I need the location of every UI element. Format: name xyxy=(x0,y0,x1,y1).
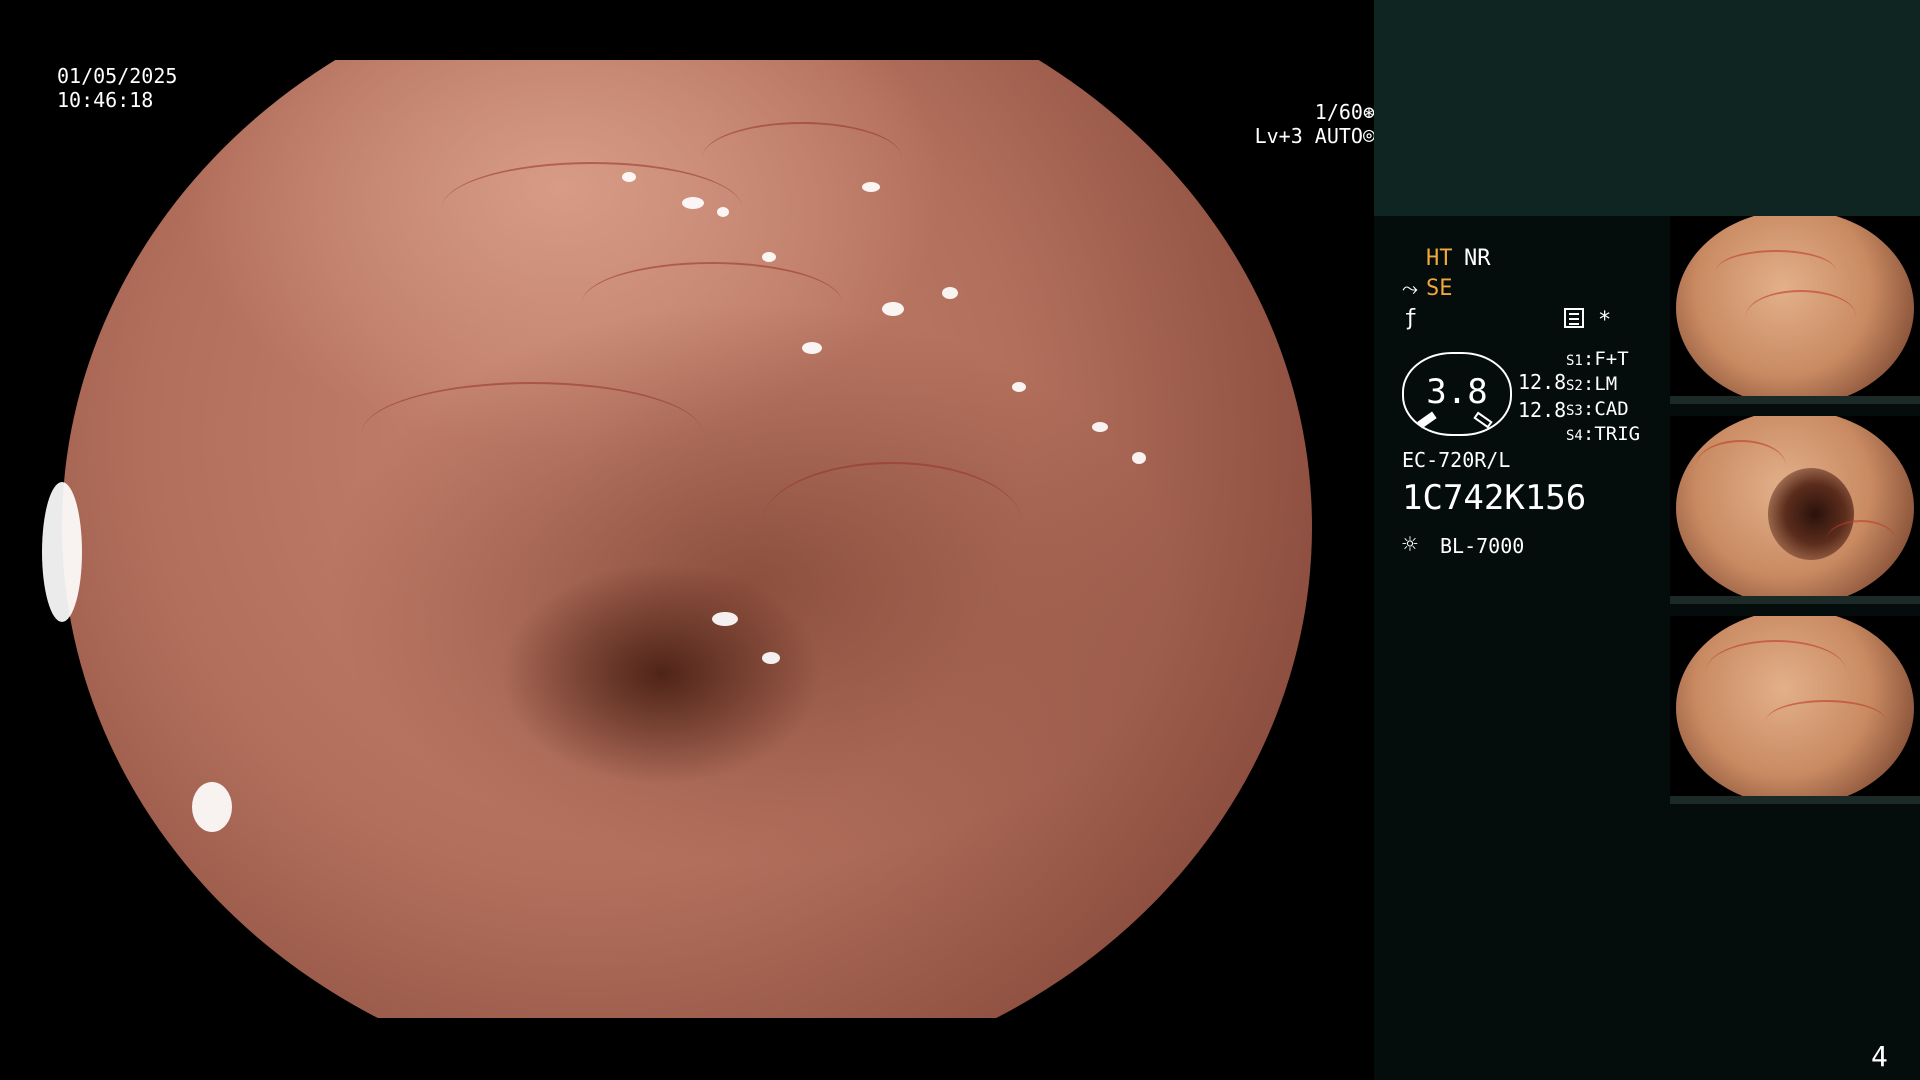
shutter-text: 1/60 xyxy=(1314,100,1363,124)
exposure-display: 1/60⊛ Lv+3 AUTO⌾ xyxy=(1255,100,1374,148)
switch-s4: S4:TRIG xyxy=(1566,423,1641,445)
thumbnail-2[interactable] xyxy=(1670,416,1920,604)
sun-icon: ☼ xyxy=(1402,530,1418,560)
asterisk-indicator: * xyxy=(1598,308,1612,333)
thumbnail-3[interactable] xyxy=(1670,616,1920,804)
se-mode-label: SE xyxy=(1426,276,1453,301)
gauge: 3.8 xyxy=(1402,352,1512,436)
f-slash-icon: ƒ xyxy=(1404,306,1418,331)
menu-icon xyxy=(1564,308,1584,328)
light-source: BL-7000 xyxy=(1440,534,1525,558)
datetime-display: 01/05/2025 10:46:18 xyxy=(57,64,177,112)
curve-icon: ⤳ xyxy=(1402,276,1418,300)
gauge-right-marker xyxy=(1473,411,1493,429)
iris-icon: ⌾ xyxy=(1362,124,1374,148)
top-panel xyxy=(1374,0,1920,216)
gauge-left-marker xyxy=(1417,411,1437,429)
switch-s2: S2:LM xyxy=(1566,373,1618,395)
gauge-value: 3.8 xyxy=(1426,372,1488,412)
readout-1: 12.8 xyxy=(1518,370,1567,394)
switch-s3: S3:CAD xyxy=(1566,398,1629,420)
nr-mode-label: NR xyxy=(1464,246,1491,271)
aperture-icon: ⊛ xyxy=(1362,100,1374,124)
ht-mode-label: HT xyxy=(1426,246,1453,271)
thumbnail-1[interactable] xyxy=(1670,216,1920,404)
date-text: 01/05/2025 xyxy=(57,64,178,88)
time-text: 10:46:18 xyxy=(57,88,154,112)
level-text: Lv+3 AUTO xyxy=(1254,124,1363,148)
page-number: 4 xyxy=(1871,1040,1888,1073)
endoscope-video: 01/05/2025 10:46:18 1/60⊛ Lv+3 AUTO⌾ xyxy=(0,0,1374,1080)
readout-2: 12.8 xyxy=(1518,398,1567,422)
scope-model: EC-720R/L xyxy=(1402,448,1511,472)
endoscope-image xyxy=(42,0,1312,1080)
scope-serial: 1C742K156 xyxy=(1402,478,1587,518)
switch-s1: S1:F+T xyxy=(1566,348,1629,370)
